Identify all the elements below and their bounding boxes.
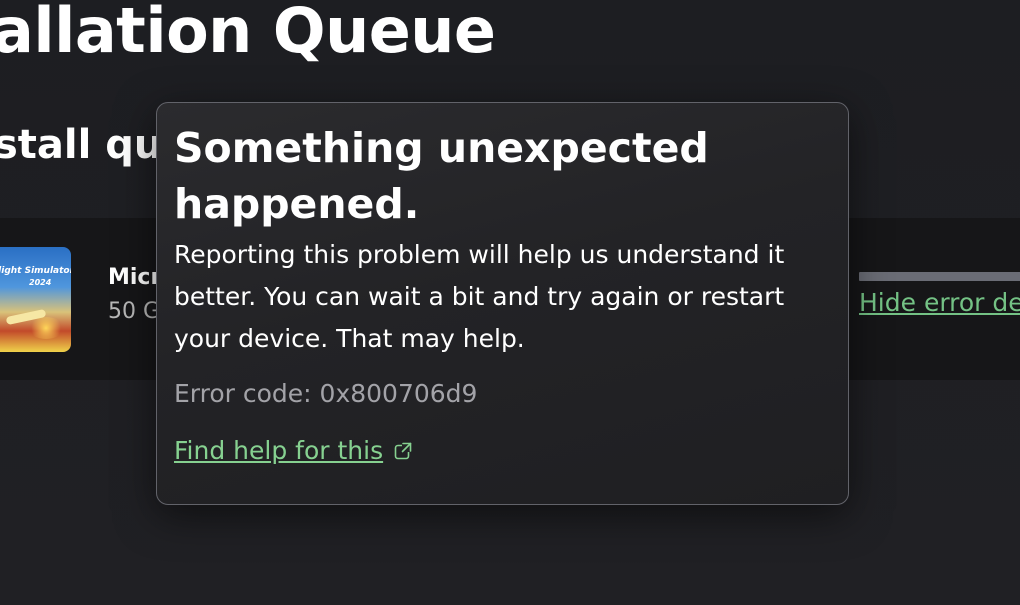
error-code: Error code: 0x800706d9 <box>174 379 478 408</box>
error-message: Reporting this problem will help us unde… <box>174 240 785 353</box>
hide-error-details-link[interactable]: Hide error de <box>859 288 1020 317</box>
find-help-link-label: Find help for this <box>174 436 384 465</box>
thumbnail-year: 2024 <box>29 278 52 287</box>
external-link-icon <box>394 441 413 459</box>
error-flyout: Something unexpected happened. Reporting… <box>156 102 849 505</box>
error-title: Something unexpected happened. <box>174 124 709 228</box>
sun-artwork <box>28 317 64 339</box>
item-name: Micr <box>108 265 162 290</box>
install-queue-page: allation Queue stall que Flight Simulato… <box>0 0 1020 605</box>
item-size: 50 G <box>108 299 161 324</box>
thumbnail-title: Flight Simulator <box>0 266 71 276</box>
find-help-link[interactable]: Find help for this <box>174 436 413 465</box>
progress-bar <box>859 272 1020 281</box>
page-title: allation Queue <box>0 0 496 67</box>
game-thumbnail: Flight Simulator 2024 <box>0 247 71 352</box>
